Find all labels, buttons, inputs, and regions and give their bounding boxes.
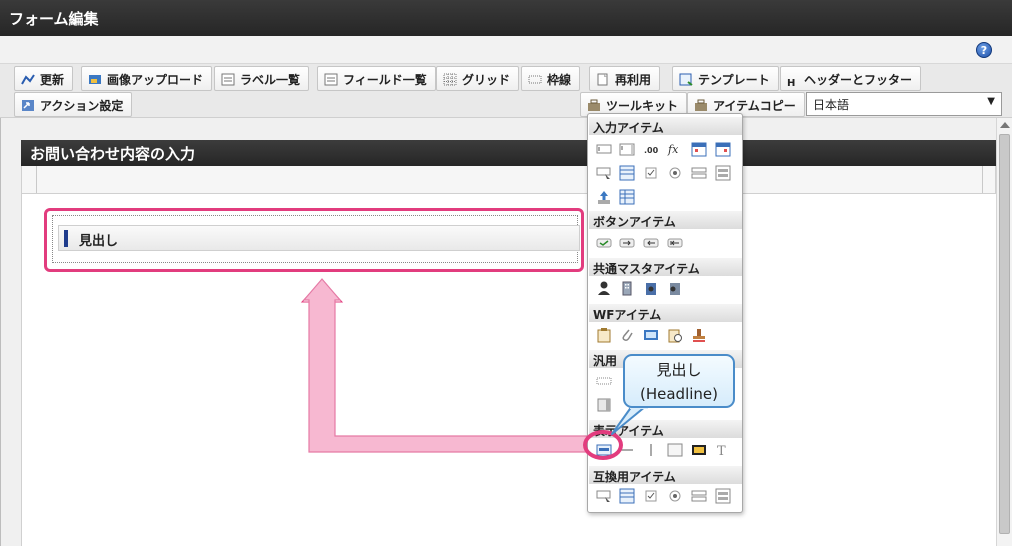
stamp-icon[interactable] (691, 327, 707, 343)
svg-text:fx: fx (667, 143, 679, 156)
picture-icon[interactable] (691, 442, 707, 458)
compat-vertical-icon[interactable] (715, 488, 731, 504)
back-button-icon[interactable] (643, 235, 659, 251)
clipboard-icon[interactable] (596, 327, 612, 343)
select-icon[interactable] (596, 165, 612, 181)
palette-section-input: 入力アイテム (589, 117, 742, 135)
vertical-line-icon[interactable] (643, 442, 659, 458)
headline-callout: 見出し (Headline) (623, 354, 735, 408)
attachment-icon[interactable] (619, 327, 635, 343)
table-icon[interactable] (619, 189, 635, 205)
submit-button-icon[interactable] (596, 235, 612, 251)
textarea-icon[interactable] (619, 141, 635, 157)
compat-list-icon[interactable] (619, 488, 635, 504)
vertical-layout-icon[interactable] (715, 165, 731, 181)
company-icon[interactable] (643, 280, 659, 296)
palette-section-button: ボタンアイテム (589, 211, 742, 229)
label-box-icon[interactable] (667, 442, 683, 458)
date-icon[interactable] (691, 141, 707, 157)
datetime-icon[interactable] (715, 141, 731, 157)
radio-icon[interactable] (667, 165, 683, 181)
department-icon[interactable] (667, 280, 683, 296)
text-icon[interactable]: T (715, 442, 731, 458)
textbox-icon[interactable] (596, 141, 612, 157)
frame-icon[interactable] (596, 373, 612, 389)
number-icon[interactable]: .00 (643, 141, 659, 157)
user-icon[interactable] (596, 280, 612, 296)
compat-radio-icon[interactable] (667, 488, 683, 504)
next-button-icon[interactable] (619, 235, 635, 251)
compat-checkbox-icon[interactable] (643, 488, 659, 504)
callout-line1: 見出し (656, 361, 702, 379)
headline-item[interactable]: 見出し (58, 225, 580, 251)
formula-icon[interactable]: fx (667, 141, 683, 157)
history-icon[interactable] (667, 327, 683, 343)
horizontal-layout-icon[interactable] (691, 165, 707, 181)
palette-section-master: 共通マスタアイテム (589, 258, 742, 276)
checkbox-icon[interactable] (643, 165, 659, 181)
list-icon[interactable] (619, 165, 635, 181)
compat-select-icon[interactable] (596, 488, 612, 504)
svg-text:T: T (717, 444, 726, 458)
palette-section-compat: 互換用アイテム (589, 466, 742, 484)
compat-horizontal-icon[interactable] (691, 488, 707, 504)
svg-text:.00: .00 (644, 146, 659, 155)
image-icon[interactable] (643, 327, 659, 343)
arrow-annotation (300, 278, 600, 453)
headline-label: 見出し (79, 234, 119, 249)
callout-line2: (Headline) (640, 385, 718, 403)
headline-bar (64, 230, 68, 247)
organization-icon[interactable] (619, 280, 635, 296)
palette-section-wf: WFアイテム (589, 304, 742, 322)
return-button-icon[interactable] (667, 235, 683, 251)
file-upload-icon[interactable] (596, 189, 612, 205)
